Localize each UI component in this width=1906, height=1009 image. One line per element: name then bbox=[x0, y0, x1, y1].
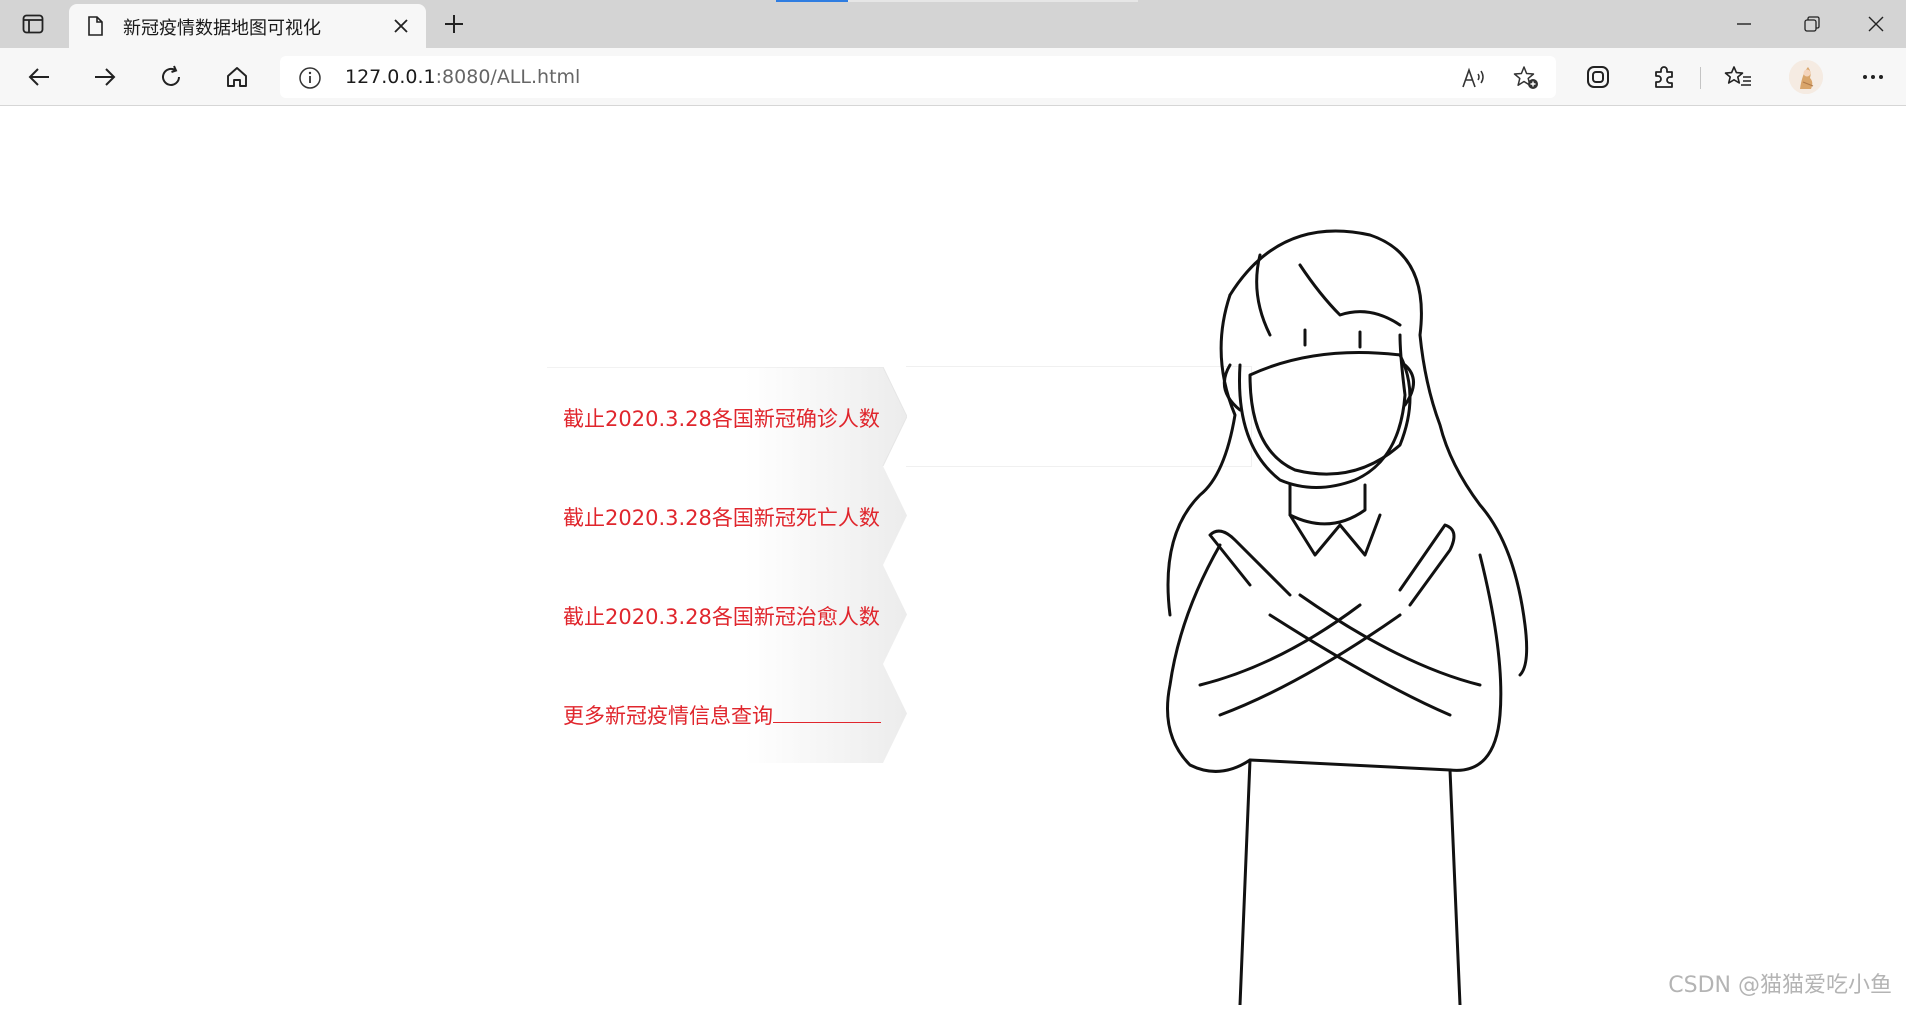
tab-actions-icon bbox=[22, 14, 44, 34]
add-favorite-icon bbox=[1513, 66, 1538, 89]
forward-button[interactable] bbox=[85, 58, 125, 96]
menu-link[interactable]: 截止2020.3.28各国新冠死亡人数 bbox=[563, 502, 880, 532]
tab-title: 新冠疫情数据地图可视化 bbox=[123, 18, 321, 39]
page-icon bbox=[88, 16, 103, 36]
close-window-icon bbox=[1868, 16, 1884, 32]
more-icon bbox=[1863, 75, 1883, 79]
more-button[interactable] bbox=[1853, 58, 1893, 96]
home-icon bbox=[227, 67, 247, 87]
collections-button[interactable] bbox=[1578, 58, 1618, 96]
avatar[interactable] bbox=[1789, 60, 1823, 94]
close-icon bbox=[394, 19, 408, 33]
menu-item-more-info[interactable]: 更多新冠疫情信息查询 bbox=[547, 664, 907, 763]
close-tab-button[interactable] bbox=[388, 13, 414, 39]
extensions-button[interactable] bbox=[1644, 58, 1684, 96]
address-bar[interactable]: 127.0.0.1:8080/ALL.html bbox=[280, 56, 1556, 98]
browser-toolbar: 127.0.0.1:8080/ALL.html bbox=[0, 48, 1906, 106]
menu-link[interactable]: 截止2020.3.28各国新冠治愈人数 bbox=[563, 601, 880, 631]
new-tab-button[interactable] bbox=[438, 8, 470, 40]
plus-icon bbox=[445, 15, 463, 33]
profile-avatar-icon bbox=[1789, 60, 1823, 94]
url-text[interactable]: 127.0.0.1:8080/ALL.html bbox=[345, 66, 580, 88]
close-window-button[interactable] bbox=[1846, 0, 1906, 48]
tab-actions-button[interactable] bbox=[14, 8, 52, 40]
url-path: :8080/ALL.html bbox=[435, 66, 581, 88]
toolbar-separator bbox=[1700, 67, 1701, 89]
menu-link[interactable]: 截止2020.3.28各国新冠确诊人数 bbox=[563, 403, 880, 433]
read-aloud-icon bbox=[1462, 67, 1484, 88]
tab-strip: 新冠疫情数据地图可视化 bbox=[0, 0, 1906, 48]
nav-menu: 截止2020.3.28各国新冠确诊人数 截止2020.3.28各国新冠死亡人数 … bbox=[547, 367, 907, 763]
favorites-icon bbox=[1724, 66, 1751, 86]
menu-item-deaths[interactable]: 截止2020.3.28各国新冠死亡人数 bbox=[547, 466, 907, 565]
restore-icon bbox=[1804, 16, 1820, 32]
menu-item-confirmed[interactable]: 截止2020.3.28各国新冠确诊人数 bbox=[547, 367, 907, 466]
menu-link[interactable]: 更多新冠疫情信息查询 bbox=[563, 700, 881, 730]
loading-indicator bbox=[776, 0, 1138, 2]
favorites-button[interactable] bbox=[1718, 58, 1758, 96]
forward-arrow-icon bbox=[95, 68, 116, 86]
restore-button[interactable] bbox=[1778, 0, 1846, 48]
csdn-watermark: CSDN @猫猫爱吃小鱼 bbox=[1668, 973, 1892, 998]
collections-icon bbox=[1587, 66, 1609, 88]
read-aloud-button[interactable] bbox=[1460, 64, 1488, 92]
link-underline bbox=[773, 705, 881, 723]
home-button[interactable] bbox=[217, 58, 257, 96]
refresh-button[interactable] bbox=[151, 58, 191, 96]
minimize-icon bbox=[1737, 23, 1751, 25]
page-content: 截止2020.3.28各国新冠确诊人数 截止2020.3.28各国新冠死亡人数 … bbox=[0, 107, 1906, 1009]
back-button[interactable] bbox=[19, 58, 59, 96]
puzzle-icon bbox=[1655, 66, 1673, 88]
minimize-button[interactable] bbox=[1710, 0, 1778, 48]
active-tab[interactable]: 新冠疫情数据地图可视化 bbox=[69, 4, 426, 48]
masked-girl-illustration bbox=[1166, 229, 1529, 1005]
menu-item-recovered[interactable]: 截止2020.3.28各国新冠治愈人数 bbox=[547, 565, 907, 664]
info-icon[interactable] bbox=[298, 66, 322, 90]
refresh-icon bbox=[162, 65, 180, 86]
add-favorite-button[interactable] bbox=[1512, 64, 1540, 92]
url-host: 127.0.0.1 bbox=[345, 66, 436, 88]
back-arrow-icon bbox=[28, 68, 49, 86]
